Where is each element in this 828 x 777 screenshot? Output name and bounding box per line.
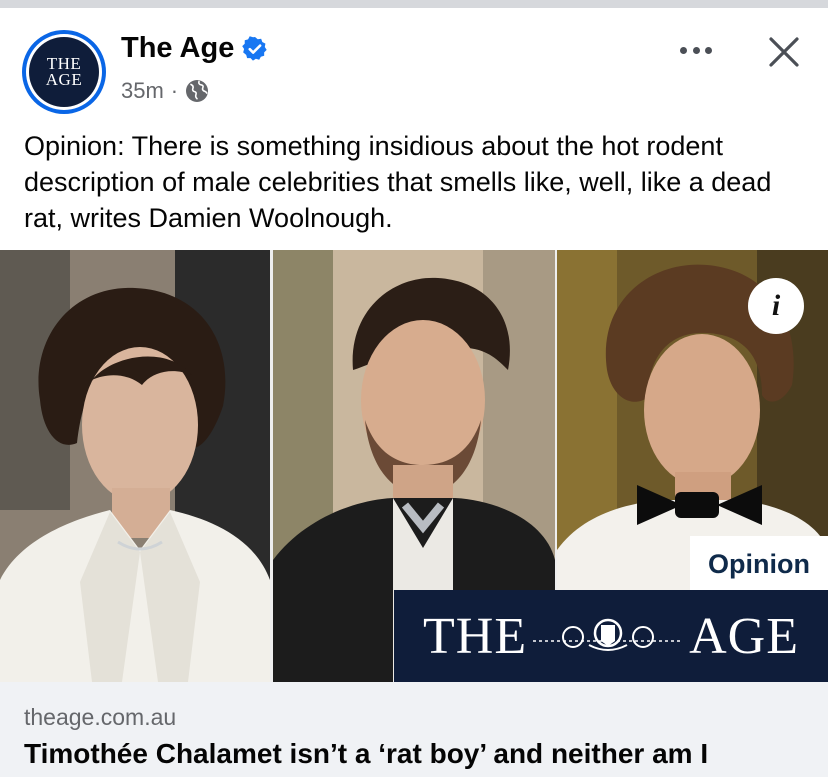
dot [705,46,712,54]
photo-left [0,250,270,682]
info-icon[interactable]: i [748,278,804,334]
globe-icon [186,80,209,102]
brand-text-right: AGE [689,607,799,665]
avatar-text-line2: AGE [45,70,83,89]
top-divider [0,0,828,8]
brand-banner: THE AGE [394,590,828,682]
avatar-ring: THE AGE [26,34,102,110]
post-timestamp[interactable]: 35m [121,78,164,104]
page-name[interactable]: The Age [121,32,234,65]
more-options-icon[interactable] [676,38,716,62]
page-avatar[interactable]: THE AGE [22,30,106,114]
brand-text-left: THE [423,607,528,665]
verified-badge-icon [242,35,267,61]
avatar-logo: THE AGE [29,37,99,107]
post-header: THE AGE The Age 35m · [0,8,828,120]
dot [692,46,700,54]
meta-separator: · [170,78,179,103]
link-domain: theage.com.au [24,704,177,730]
link-preview[interactable]: theage.com.au Timothée Chalamet isn’t a … [0,682,828,777]
portrait-left-illustration [0,250,270,682]
crest-icon [533,618,684,651]
post-text: Opinion: There is something insidious ab… [24,131,772,233]
page-name-row: The Age [121,32,268,65]
close-icon[interactable] [766,34,802,70]
post-image[interactable]: i Opinion THE AGE [0,250,828,682]
dot [680,46,687,54]
opinion-badge: Opinion [690,536,828,592]
link-title[interactable]: Timothée Chalamet isn’t a ‘rat boy’ and … [24,738,708,770]
post-meta: 35m · [121,78,209,104]
